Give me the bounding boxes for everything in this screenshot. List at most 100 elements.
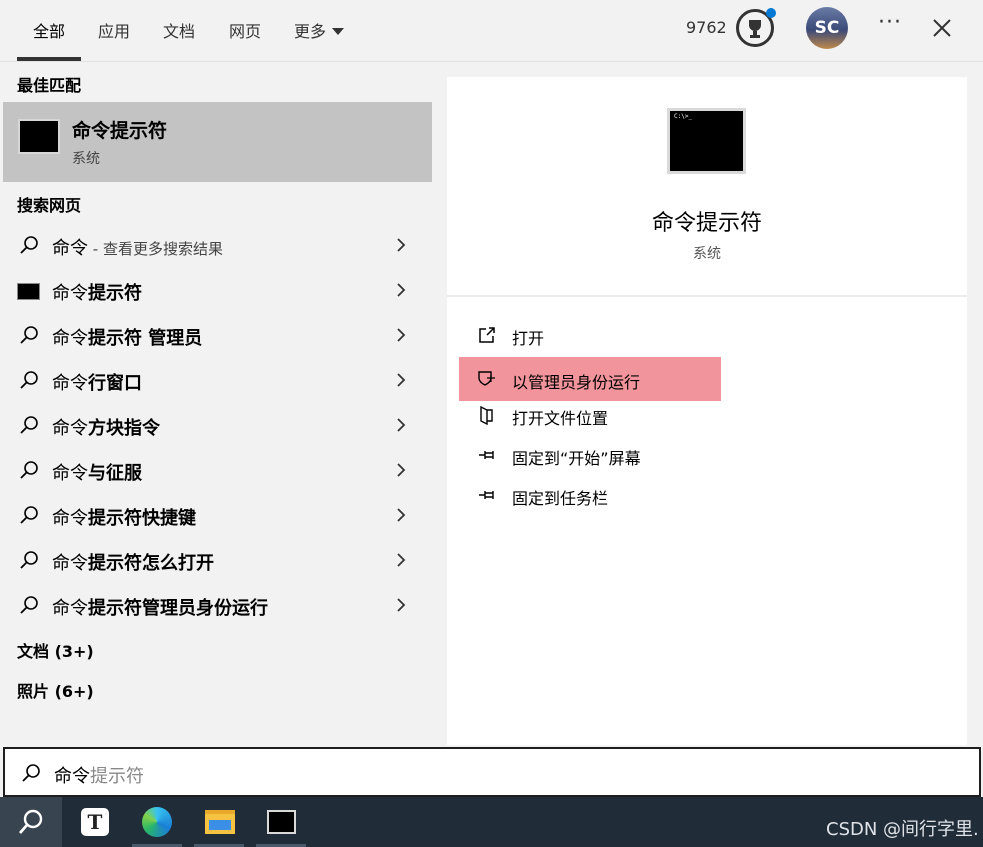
web-result-6[interactable]: 命令提示符快捷键 <box>3 494 432 536</box>
web-result-5[interactable]: 命令与征服 <box>3 449 432 491</box>
web-search-heading: 搜索网页 <box>17 196 82 215</box>
cmd-icon <box>18 119 60 154</box>
action-pin-to-taskbar[interactable]: 固定到任务栏 <box>459 473 721 517</box>
open-icon <box>479 327 495 343</box>
tab-more-label: 更多 <box>294 22 327 41</box>
web-result-1[interactable]: 命令提示符 <box>3 269 432 311</box>
web-result-label: 命令提示符快捷键 <box>52 504 196 530</box>
web-result-4[interactable]: 命令方块指令 <box>3 404 432 446</box>
web-result-bold: 提示符管理员身份运行 <box>88 598 268 619</box>
web-result-7[interactable]: 命令提示符怎么打开 <box>3 539 432 581</box>
web-result-hint: - 查看更多搜索结果 <box>88 240 223 258</box>
action-label: 以管理员身份运行 <box>512 373 641 392</box>
preview-header: C:\>_ 命令提示符 系统 <box>447 77 967 297</box>
folder-window <box>209 820 231 830</box>
web-result-bold: 与征服 <box>88 463 142 484</box>
notification-dot <box>766 8 776 18</box>
top-tab-bar: 全部 应用 文档 网页 更多 9762 SC ··· <box>0 0 983 62</box>
action-label: 固定到“开始”屏幕 <box>512 449 641 468</box>
chevron-right-icon <box>397 328 406 342</box>
avatar[interactable]: SC <box>806 7 848 49</box>
web-result-normal: 命令 <box>52 463 88 484</box>
console-text: C:\>_ <box>674 113 693 120</box>
preview-pane: C:\>_ 命令提示符 系统 打开 以管理员身份运行 打开文件位置 固定到“开始… <box>447 77 967 745</box>
tab-all[interactable]: 全部 <box>33 18 65 42</box>
chevron-right-icon <box>397 463 406 477</box>
edge-icon <box>142 807 172 837</box>
chevron-right-icon <box>397 418 406 432</box>
taskbar-file-explorer[interactable] <box>188 797 250 847</box>
web-result-normal: 命令 <box>52 553 88 574</box>
pin-icon <box>479 451 494 459</box>
web-result-normal: 命令 <box>52 238 88 259</box>
web-result-3[interactable]: 命令行窗口 <box>3 359 432 401</box>
search-icon <box>22 764 40 782</box>
web-result-normal: 命令 <box>52 508 88 529</box>
web-result-normal: 命令 <box>52 373 88 394</box>
documents-heading[interactable]: 文档 (3+) <box>17 638 94 662</box>
search-query: 命令提示符 <box>54 762 144 788</box>
chevron-right-icon <box>397 283 406 297</box>
web-result-normal: 命令 <box>52 328 88 349</box>
web-result-label: 命令提示符 <box>52 279 142 305</box>
web-result-label: 命令行窗口 <box>52 369 142 395</box>
search-icon <box>20 236 38 254</box>
action-label: 固定到任务栏 <box>512 489 609 508</box>
web-result-label: 命令与征服 <box>52 459 142 485</box>
action-pin-to-start[interactable]: 固定到“开始”屏幕 <box>459 433 721 477</box>
cmd-icon: C:\>_ <box>667 108 746 174</box>
search-icon <box>20 371 38 389</box>
search-icon <box>20 596 38 614</box>
action-open[interactable]: 打开 <box>459 313 721 357</box>
search-icon <box>20 416 38 434</box>
tab-documents[interactable]: 文档 <box>163 18 195 42</box>
web-result-bold: 提示符怎么打开 <box>88 553 214 574</box>
rewards-points: 9762 <box>686 18 727 37</box>
action-label: 打开 <box>512 329 545 348</box>
web-result-2[interactable]: 命令提示符 管理员 <box>3 314 432 356</box>
more-options-icon[interactable]: ··· <box>878 10 902 35</box>
shield-icon <box>478 371 495 386</box>
taskbar-edge[interactable] <box>126 797 188 847</box>
file-explorer-icon <box>205 810 235 834</box>
search-icon <box>20 326 38 344</box>
web-result-normal: 命令 <box>52 418 88 439</box>
photos-heading[interactable]: 照片 (6+) <box>17 678 94 702</box>
tab-web[interactable]: 网页 <box>229 18 261 42</box>
web-result-label: 命令提示符管理员身份运行 <box>52 594 268 620</box>
active-tab-indicator <box>17 57 81 61</box>
search-input[interactable]: 命令提示符 <box>3 747 981 797</box>
best-match-heading: 最佳匹配 <box>17 76 82 95</box>
taskbar-typora[interactable]: T <box>64 797 126 847</box>
best-match-subtitle: 系统 <box>72 151 100 167</box>
preview-title: 命令提示符 <box>651 211 762 236</box>
web-result-bold: 提示符 管理员 <box>88 328 203 349</box>
web-result-label: 命令方块指令 <box>52 414 160 440</box>
web-result-bold: 行窗口 <box>88 373 142 394</box>
web-result-normal: 命令 <box>52 283 88 304</box>
best-match-item[interactable]: 命令提示符 系统 <box>3 102 432 182</box>
typora-icon: T <box>81 808 109 836</box>
caret-down-icon <box>332 28 345 35</box>
search-icon <box>20 461 38 479</box>
preview-subtitle: 系统 <box>693 246 721 262</box>
web-result-label: 命令提示符怎么打开 <box>52 549 214 575</box>
taskbar-cmd[interactable] <box>250 797 312 847</box>
web-result-label: 命令 - 查看更多搜索结果 <box>52 234 223 260</box>
close-icon[interactable] <box>928 14 956 42</box>
tab-more[interactable]: 更多 <box>294 18 345 42</box>
tab-apps[interactable]: 应用 <box>98 18 130 42</box>
web-result-bold: 提示符 <box>88 283 142 304</box>
web-result-8[interactable]: 命令提示符管理员身份运行 <box>3 584 432 626</box>
watermark: CSDN @间行字里. <box>826 819 979 840</box>
search-icon <box>20 551 38 569</box>
taskbar-search-button[interactable] <box>0 797 62 847</box>
search-autocomplete: 提示符 <box>90 766 144 787</box>
search-icon <box>20 506 38 524</box>
search-icon <box>18 809 43 834</box>
action-open-file-location[interactable]: 打开文件位置 <box>459 393 721 437</box>
typora-letter: T <box>87 810 103 834</box>
web-result-0[interactable]: 命令 - 查看更多搜索结果 <box>3 224 432 266</box>
chevron-right-icon <box>397 238 406 252</box>
chevron-right-icon <box>397 598 406 612</box>
